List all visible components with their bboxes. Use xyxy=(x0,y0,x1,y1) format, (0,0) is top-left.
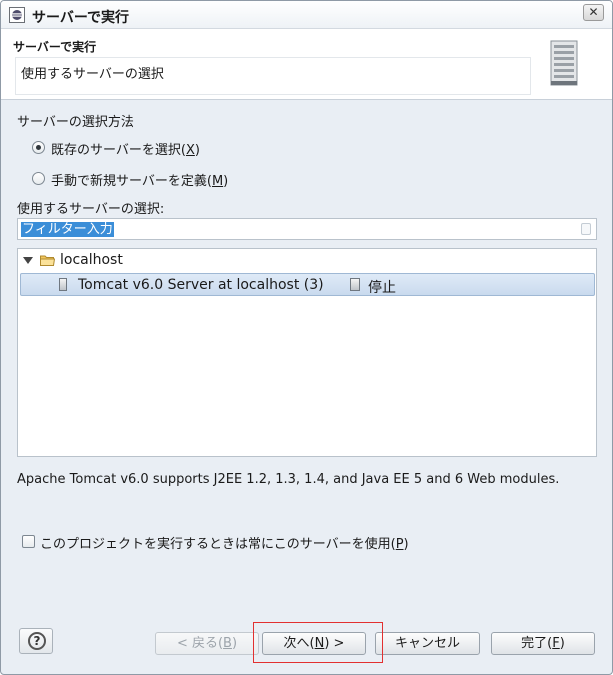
clear-filter-icon[interactable] xyxy=(581,223,591,235)
cancel-button[interactable]: キャンセル xyxy=(375,632,480,655)
collapse-arrow-icon[interactable] xyxy=(23,257,33,264)
banner-title: サーバーで実行 xyxy=(13,40,97,54)
finish-button[interactable]: 完了(F) xyxy=(491,632,595,655)
window-title: サーバーで実行 xyxy=(32,10,130,26)
tree-row-tomcat[interactable]: Tomcat v6.0 Server at localhost (3) 停止 xyxy=(20,273,595,296)
radio-existing-server-label[interactable]: 既存のサーバーを選択(X) xyxy=(51,139,200,158)
close-button[interactable]: ✕ xyxy=(583,4,604,21)
server-select-label: 使用するサーバーの選択: xyxy=(17,202,165,217)
radio-existing-server[interactable] xyxy=(32,141,45,154)
banner-message: 使用するサーバーの選択 xyxy=(15,57,531,95)
server-tree[interactable]: localhost Tomcat v6.0 Server at localhos… xyxy=(17,248,597,457)
folder-icon xyxy=(40,255,55,266)
server-state: 停止 xyxy=(368,280,396,296)
run-on-server-dialog: サーバーで実行 ✕ サーバーで実行 使用するサーバーの選択 サーバーの選択方法 … xyxy=(0,0,613,675)
radio-new-server-label[interactable]: 手動で新規サーバーを定義(M) xyxy=(51,170,228,189)
back-button[interactable]: < 戻る(B) xyxy=(155,632,259,655)
always-use-checkbox[interactable] xyxy=(22,535,35,548)
server-state-icon xyxy=(350,278,360,291)
radio-new-server[interactable] xyxy=(32,172,45,185)
selection-method-label: サーバーの選択方法 xyxy=(17,115,134,130)
server-name: Tomcat v6.0 Server at localhost (3) xyxy=(78,277,324,293)
title-bar[interactable]: サーバーで実行 ✕ xyxy=(1,1,612,29)
help-button[interactable]: ? xyxy=(19,628,53,654)
server-small-icon xyxy=(59,278,67,291)
always-use-label[interactable]: このプロジェクトを実行するときは常にこのサーバーを使用(P) xyxy=(40,533,409,552)
tree-root-localhost[interactable]: localhost xyxy=(60,252,123,268)
banner-message-text: 使用するサーバーの選択 xyxy=(21,67,164,82)
wizard-banner: サーバーで実行 使用するサーバーの選択 xyxy=(1,29,612,100)
eclipse-icon xyxy=(9,7,25,23)
help-icon: ? xyxy=(28,632,46,650)
server-description: Apache Tomcat v6.0 supports J2EE 1.2, 1.… xyxy=(17,472,560,487)
filter-input[interactable]: フィルター入力 xyxy=(17,218,597,240)
server-icon xyxy=(550,40,578,86)
filter-input-value[interactable]: フィルター入力 xyxy=(21,222,114,237)
next-button-highlight xyxy=(253,622,383,663)
